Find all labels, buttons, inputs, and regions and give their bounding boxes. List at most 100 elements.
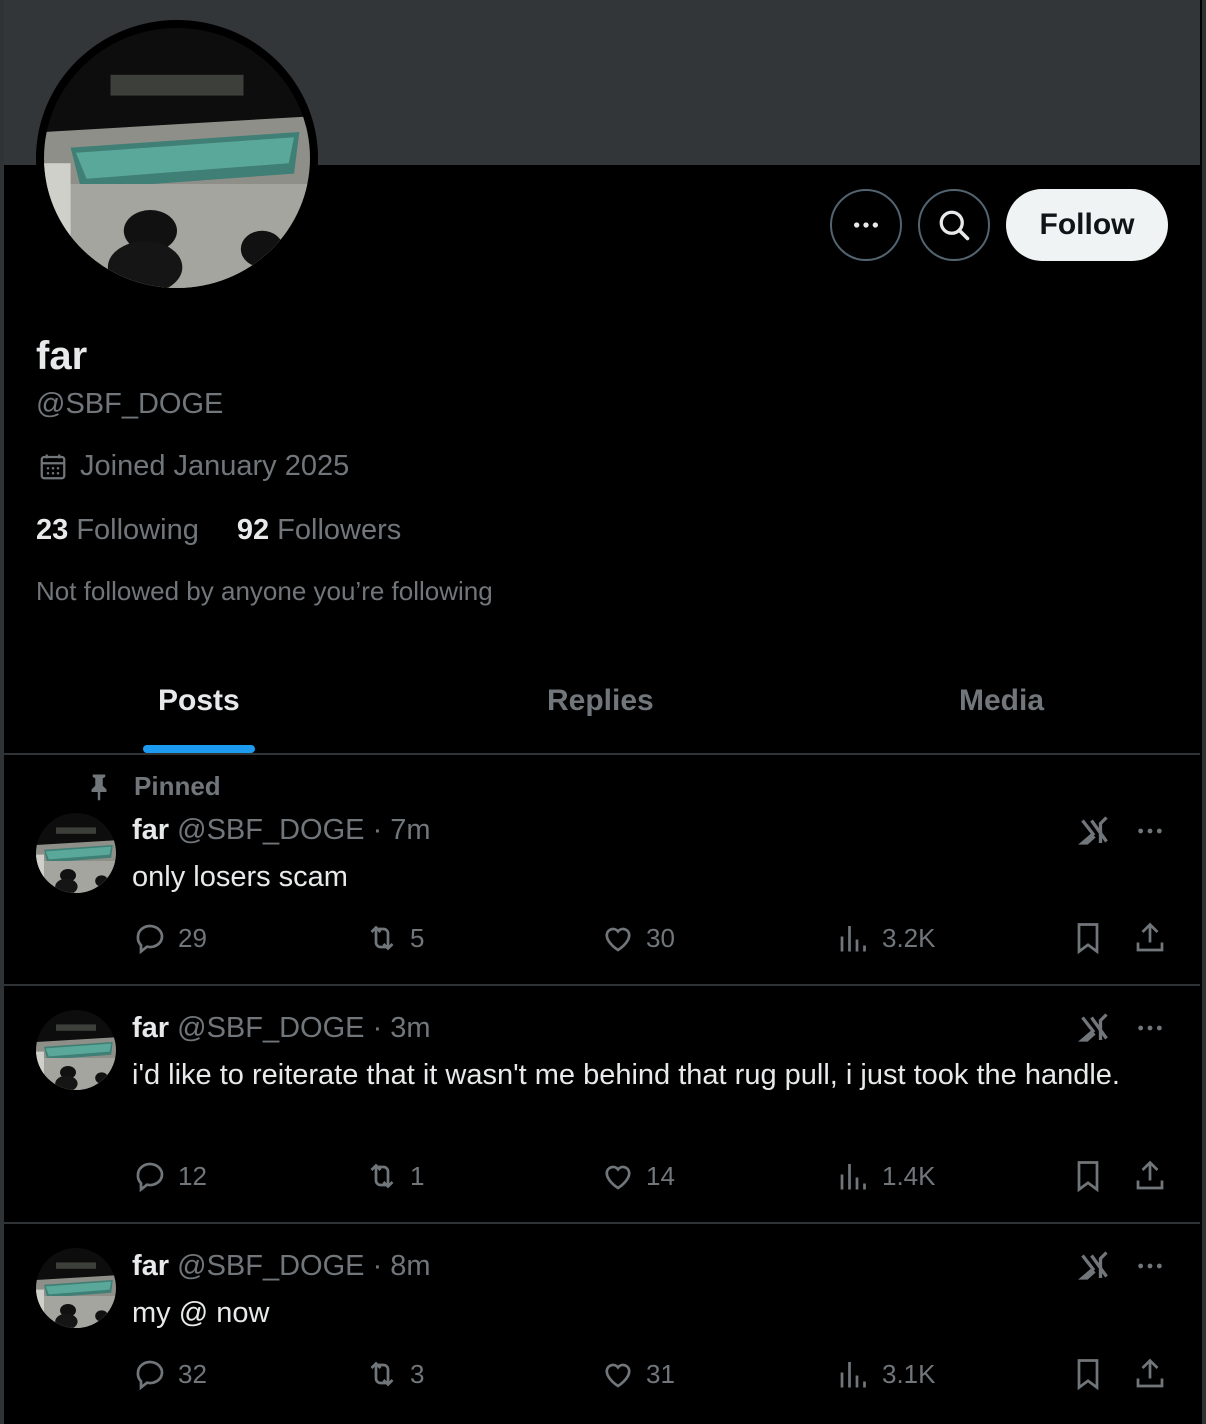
repost-count: 3 (410, 1358, 425, 1389)
bookmark-icon (1077, 923, 1099, 955)
post-time[interactable]: · 8m (373, 1250, 431, 1282)
like-icon (605, 927, 631, 952)
follow-stats: 23 Following 92 Followers (36, 514, 401, 547)
bookmark-icon (1077, 1359, 1099, 1391)
like-icon (605, 1165, 631, 1190)
grok-icon[interactable] (1078, 1248, 1114, 1284)
share-icon (1136, 1358, 1164, 1388)
repost-count: 5 (410, 922, 425, 953)
search-button[interactable] (918, 189, 990, 261)
profile-avatar[interactable] (36, 20, 318, 296)
post-time[interactable]: · 7m (373, 814, 431, 846)
repost-icon (370, 1361, 394, 1387)
post[interactable]: Pinned far @SBF_DOGE · 7m only losers sc… (4, 757, 1200, 986)
views-icon (840, 1362, 866, 1388)
post-actions: 12 1 14 1.4K (132, 1158, 1172, 1198)
profile-tabs: Posts Replies Media (4, 660, 1200, 755)
author-name[interactable]: far (132, 1250, 169, 1282)
follow-button[interactable]: Follow (1006, 189, 1168, 261)
reply-icon (136, 1162, 164, 1193)
post-header: far @SBF_DOGE · 3m (132, 1012, 431, 1045)
followers-link[interactable]: 92 Followers (237, 514, 401, 547)
tab-replies[interactable]: Replies (547, 684, 654, 718)
reply-count: 12 (178, 1160, 207, 1191)
share-icon (1136, 922, 1164, 952)
avatar[interactable] (36, 813, 116, 893)
reply-button[interactable]: 32 (132, 1356, 207, 1392)
repost-icon (370, 925, 394, 951)
post-text: only losers scam (132, 861, 348, 893)
bookmark-button[interactable] (1070, 1356, 1106, 1392)
pin-icon (91, 774, 107, 801)
post-text: i'd like to reiterate that it wasn't me … (132, 1059, 1120, 1091)
repost-button[interactable]: 1 (364, 1158, 424, 1194)
pinned-text: Pinned (134, 771, 221, 801)
more-options-icon[interactable] (1134, 1012, 1166, 1044)
like-count: 14 (646, 1160, 675, 1191)
pinned-label: Pinned (84, 771, 221, 802)
share-button[interactable] (1132, 1158, 1168, 1194)
followers-label: Followers (277, 514, 402, 546)
repost-button[interactable]: 3 (364, 1356, 424, 1392)
views-icon (840, 1164, 866, 1190)
view-count: 1.4K (882, 1160, 936, 1191)
search-icon (939, 210, 970, 241)
views-button[interactable]: 3.2K (836, 920, 936, 956)
like-icon (605, 1363, 631, 1388)
more-options-icon[interactable] (1134, 815, 1166, 847)
tab-posts[interactable]: Posts (158, 684, 240, 718)
profile-handle: @SBF_DOGE (36, 388, 224, 420)
repost-icon (370, 1163, 394, 1189)
reply-button[interactable]: 12 (132, 1158, 207, 1194)
more-button[interactable] (830, 189, 902, 261)
post-time[interactable]: · 3m (373, 1012, 431, 1044)
view-count: 3.2K (882, 922, 936, 953)
post-header: far @SBF_DOGE · 8m (132, 1250, 431, 1283)
like-button[interactable]: 14 (600, 1158, 675, 1194)
author-name[interactable]: far (132, 1012, 169, 1044)
views-button[interactable]: 1.4K (836, 1158, 936, 1194)
avatar[interactable] (36, 1010, 116, 1090)
views-button[interactable]: 3.1K (836, 1356, 936, 1392)
followers-count: 92 (236, 514, 270, 546)
more-icon (854, 222, 878, 228)
post[interactable]: far @SBF_DOGE · 8m my @ now 32 3 31 3.1K (4, 1224, 1200, 1424)
author-handle[interactable]: @SBF_DOGE (177, 1012, 364, 1044)
view-count: 3.1K (882, 1358, 936, 1389)
author-handle[interactable]: @SBF_DOGE (177, 1250, 364, 1282)
post[interactable]: far @SBF_DOGE · 3m i'd like to reiterate… (4, 986, 1200, 1224)
more-options-icon[interactable] (1134, 1250, 1166, 1282)
like-count: 31 (646, 1358, 675, 1389)
bookmark-button[interactable] (1070, 1158, 1106, 1194)
like-button[interactable]: 31 (600, 1356, 675, 1392)
like-count: 30 (646, 922, 675, 953)
post-actions: 32 3 31 3.1K (132, 1356, 1172, 1396)
post-actions: 29 5 30 3.2K (132, 920, 1172, 960)
like-button[interactable]: 30 (600, 920, 675, 956)
following-count: 23 (36, 514, 69, 546)
bookmark-icon (1077, 1161, 1099, 1193)
joined-label: Joined January 2025 (80, 450, 350, 482)
following-label: Following (76, 514, 199, 546)
reply-count: 32 (178, 1358, 207, 1389)
repost-count: 1 (410, 1160, 425, 1191)
repost-button[interactable]: 5 (364, 920, 424, 956)
calendar-icon (40, 454, 66, 479)
reply-button[interactable]: 29 (132, 920, 207, 956)
avatar[interactable] (36, 1248, 116, 1328)
post-header: far @SBF_DOGE · 7m (132, 814, 431, 847)
share-button[interactable] (1132, 1356, 1168, 1392)
bookmark-button[interactable] (1070, 920, 1106, 956)
author-handle[interactable]: @SBF_DOGE (177, 814, 364, 846)
share-button[interactable] (1132, 920, 1168, 956)
tab-media[interactable]: Media (959, 684, 1044, 718)
views-icon (840, 926, 866, 952)
grok-icon[interactable] (1078, 1010, 1114, 1046)
post-text: my @ now (132, 1297, 270, 1329)
grok-icon[interactable] (1078, 813, 1114, 849)
following-link[interactable]: 23 Following (36, 514, 199, 547)
author-name[interactable]: far (132, 814, 169, 846)
share-icon (1136, 1160, 1164, 1190)
reply-count: 29 (178, 922, 207, 953)
display-name: far (36, 334, 88, 378)
